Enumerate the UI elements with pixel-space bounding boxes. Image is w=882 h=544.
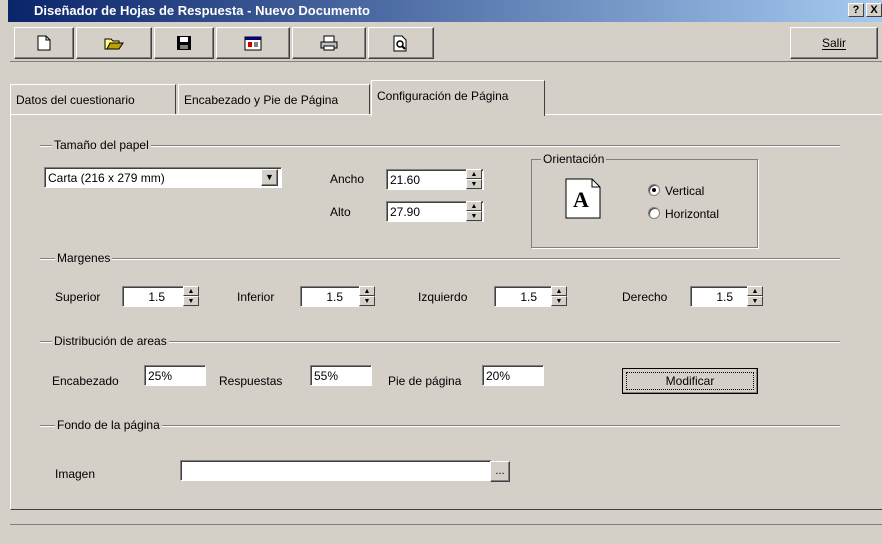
vertical-label: Vertical	[665, 184, 705, 198]
horizontal-label: Horizontal	[665, 207, 720, 221]
margin-left-spinner[interactable]: ▲ ▼	[551, 286, 567, 307]
print-button[interactable]	[292, 27, 366, 59]
width-label: Ancho	[330, 172, 365, 186]
header-area-label: Encabezado	[52, 374, 119, 388]
group-line	[40, 258, 840, 260]
spin-down-icon[interactable]: ▼	[183, 296, 199, 306]
margin-right-spinner[interactable]: ▲ ▼	[747, 286, 763, 307]
footer-area-field[interactable]: 20%	[482, 365, 544, 386]
spin-up-icon[interactable]: ▲	[466, 169, 482, 179]
footer-area-label: Pie de página	[388, 374, 462, 388]
horizontal-radio[interactable]	[648, 207, 660, 219]
chevron-down-icon: ▼	[265, 172, 274, 182]
orientation-group-title: Orientación	[541, 152, 607, 166]
margin-top-label: Superior	[55, 290, 101, 304]
margin-left-value: 1.5	[520, 290, 537, 304]
tab-datos-cuestionario[interactable]: Datos del cuestionario	[10, 84, 176, 114]
height-label: Alto	[330, 205, 351, 219]
margin-bottom-label: Inferior	[237, 290, 275, 304]
spin-up-icon[interactable]: ▲	[747, 286, 763, 296]
help-button[interactable]: ?	[848, 3, 864, 17]
margin-right-label: Derecho	[622, 290, 668, 304]
tab-label: Encabezado y Pie de Página	[184, 93, 339, 107]
browse-button[interactable]: ...	[490, 461, 510, 482]
spin-down-icon[interactable]: ▼	[551, 296, 567, 306]
paper-size-value: Carta (216 x 279 mm)	[48, 171, 165, 185]
print-icon	[320, 35, 338, 51]
properties-icon	[244, 36, 262, 51]
tab-label: Configuración de Página	[377, 89, 509, 103]
answers-area-label: Respuestas	[219, 374, 283, 388]
height-spinner[interactable]: ▲ ▼	[466, 201, 482, 222]
tab-label: Datos del cuestionario	[16, 93, 135, 107]
margin-top-value: 1.5	[148, 290, 165, 304]
close-button[interactable]: X	[866, 3, 882, 17]
save-disk-icon	[177, 36, 191, 50]
header-area-field[interactable]: 25%	[144, 365, 206, 386]
answers-area-field[interactable]: 55%	[310, 365, 372, 386]
paper-size-select[interactable]: Carta (216 x 279 mm)	[44, 167, 282, 188]
margin-bottom-spinner[interactable]: ▲ ▼	[359, 286, 375, 307]
margin-right-field[interactable]: 1.5	[690, 286, 752, 307]
margin-left-field[interactable]: 1.5	[494, 286, 556, 307]
margin-bottom-field[interactable]: 1.5	[300, 286, 362, 307]
properties-button[interactable]	[216, 27, 290, 59]
background-group-title: Fondo de la página	[55, 418, 162, 432]
group-line	[40, 145, 840, 147]
portrait-page-icon: A	[565, 178, 601, 219]
image-label: Imagen	[55, 467, 96, 481]
status-bar	[10, 524, 882, 544]
browse-label: ...	[495, 465, 505, 477]
spin-up-icon[interactable]: ▲	[551, 286, 567, 296]
tab-configuracion-pagina[interactable]: Configuración de Página	[371, 80, 545, 116]
margins-group-title: Margenes	[55, 251, 113, 265]
paper-size-dropdown-button[interactable]: ▼	[261, 169, 278, 186]
print-preview-icon	[393, 35, 407, 51]
answers-area-value: 55%	[314, 369, 339, 383]
open-button[interactable]	[76, 27, 152, 59]
new-document-icon	[37, 35, 51, 51]
title-bar: Diseñador de Hojas de Respuesta - Nuevo …	[8, 0, 882, 22]
margin-top-spinner[interactable]: ▲ ▼	[183, 286, 199, 307]
exit-button[interactable]: Salir	[790, 27, 878, 59]
open-folder-icon	[104, 38, 124, 50]
paper-group-title: Tamaño del papel	[52, 138, 151, 152]
window-title: Diseñador de Hojas de Respuesta - Nuevo …	[34, 3, 370, 18]
spin-up-icon[interactable]: ▲	[466, 201, 482, 211]
margin-top-field[interactable]: 1.5	[122, 286, 184, 307]
areas-group-title: Distribución de areas	[52, 334, 169, 348]
header-area-value: 25%	[148, 369, 173, 383]
orientation-glyph: A	[573, 187, 589, 212]
margin-right-value: 1.5	[716, 290, 733, 304]
print-preview-button[interactable]	[368, 27, 434, 59]
exit-label: Salir	[821, 36, 846, 50]
margin-left-label: Izquierdo	[418, 290, 468, 304]
spin-up-icon[interactable]: ▲	[183, 286, 199, 296]
focus-rect	[626, 372, 754, 390]
spin-down-icon[interactable]: ▼	[466, 211, 482, 221]
footer-area-value: 20%	[486, 369, 511, 383]
margin-bottom-value: 1.5	[326, 290, 343, 304]
spin-up-icon[interactable]: ▲	[359, 286, 375, 296]
width-value: 21.60	[390, 173, 421, 187]
image-path-field[interactable]	[180, 460, 492, 481]
width-spinner[interactable]: ▲ ▼	[466, 169, 482, 190]
new-document-button[interactable]	[14, 27, 74, 59]
vertical-radio[interactable]	[648, 184, 660, 196]
height-value: 27.90	[390, 205, 421, 219]
save-button[interactable]	[154, 27, 214, 59]
spin-down-icon[interactable]: ▼	[466, 179, 482, 189]
modify-button[interactable]: Modificar	[622, 368, 758, 394]
spin-down-icon[interactable]: ▼	[359, 296, 375, 306]
tab-encabezado-pie[interactable]: Encabezado y Pie de Página	[178, 84, 370, 114]
spin-down-icon[interactable]: ▼	[747, 296, 763, 306]
